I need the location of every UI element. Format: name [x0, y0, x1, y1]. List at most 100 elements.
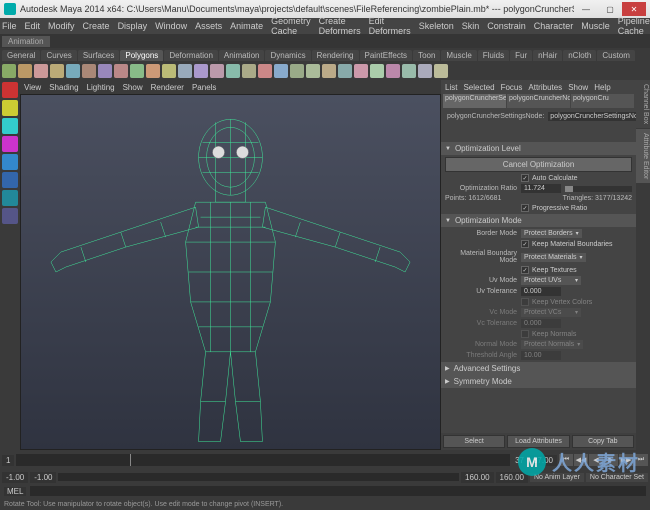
section-symmetry[interactable]: Symmetry Mode — [441, 375, 636, 388]
menu-edit-deformers[interactable]: Edit Deformers — [369, 16, 411, 36]
cancel-optimization-button[interactable]: Cancel Optimization — [445, 157, 632, 172]
attr-menu-help[interactable]: Help — [594, 83, 610, 92]
time-end-field[interactable]: 37.00 — [529, 455, 557, 466]
shelf-icon-17[interactable] — [274, 64, 288, 78]
opt-ratio-slider[interactable] — [565, 186, 632, 192]
shelf-icon-9[interactable] — [146, 64, 160, 78]
shelf-icon-1[interactable] — [18, 64, 32, 78]
load-attributes-button[interactable]: Load Attributes — [507, 435, 569, 448]
shelf-icon-0[interactable] — [2, 64, 16, 78]
progressive-ratio-checkbox[interactable]: Progressive Ratio — [521, 204, 587, 212]
uv-mode-dropdown[interactable]: Protect UVs — [521, 276, 581, 285]
shelf-tab-painteffects[interactable]: PaintEffects — [360, 50, 413, 61]
attr-menu-focus[interactable]: Focus — [501, 83, 523, 92]
shelf-tab-animation[interactable]: Animation — [219, 50, 265, 61]
shelf-icon-18[interactable] — [290, 64, 304, 78]
section-optimization-level[interactable]: Optimization Level — [441, 142, 636, 155]
shelf-icon-10[interactable] — [162, 64, 176, 78]
menu-muscle[interactable]: Muscle — [581, 21, 610, 31]
menu-skeleton[interactable]: Skeleton — [419, 21, 454, 31]
tool-2[interactable] — [2, 118, 18, 134]
menu-create[interactable]: Create — [83, 21, 110, 31]
copy-tab-button[interactable]: Copy Tab — [572, 435, 634, 448]
shelf-icon-20[interactable] — [322, 64, 336, 78]
node-name-field[interactable]: polygonCruncherSettingsNode1 — [548, 112, 650, 121]
shelf-icon-26[interactable] — [418, 64, 432, 78]
border-mode-dropdown[interactable]: Protect Borders — [521, 229, 582, 238]
viewport-menu-panels[interactable]: Panels — [192, 83, 216, 92]
shelf-tab-general[interactable]: General — [2, 50, 40, 61]
tool-0[interactable] — [2, 82, 18, 98]
menu-pipeline-cache[interactable]: Pipeline Cache — [618, 16, 650, 36]
uv-tolerance-field[interactable]: 0.000 — [521, 287, 561, 296]
shelf-icon-2[interactable] — [34, 64, 48, 78]
attr-tab-2[interactable]: polygonCru — [571, 94, 634, 108]
go-start-button[interactable]: ⏮ — [559, 454, 573, 466]
menu-window[interactable]: Window — [155, 21, 187, 31]
range-track[interactable] — [58, 473, 459, 481]
shelf-icon-3[interactable] — [50, 64, 64, 78]
time-start[interactable]: 1 — [2, 455, 14, 466]
menu-modify[interactable]: Modify — [48, 21, 75, 31]
viewport-menu-shading[interactable]: Shading — [49, 83, 78, 92]
attribute-editor-tab[interactable]: Attribute Editor — [636, 129, 650, 183]
tool-3[interactable] — [2, 136, 18, 152]
shelf-tab-polygons[interactable]: Polygons — [120, 50, 163, 61]
shelf-icon-23[interactable] — [370, 64, 384, 78]
shelf-icon-24[interactable] — [386, 64, 400, 78]
keep-textures-checkbox[interactable]: Keep Textures — [521, 266, 577, 274]
shelf-tab-curves[interactable]: Curves — [41, 50, 76, 61]
select-button[interactable]: Select — [443, 435, 505, 448]
play-back-button[interactable]: ◀ — [589, 454, 603, 466]
shelf-tab-muscle[interactable]: Muscle — [441, 50, 476, 61]
opt-ratio-field[interactable]: 11.724 — [521, 184, 561, 193]
attr-menu-list[interactable]: List — [445, 83, 457, 92]
tool-6[interactable] — [2, 190, 18, 206]
step-fwd-button[interactable]: ▶▶ — [619, 454, 633, 466]
shelf-tab-rendering[interactable]: Rendering — [312, 50, 359, 61]
shelf-icon-6[interactable] — [98, 64, 112, 78]
shelf-tab-fluids[interactable]: Fluids — [478, 50, 509, 61]
time-track[interactable] — [16, 454, 510, 466]
shelf-icon-25[interactable] — [402, 64, 416, 78]
attr-tab-0[interactable]: polygonCruncherSettingsNode1 — [443, 94, 506, 108]
attr-menu-show[interactable]: Show — [568, 83, 588, 92]
shelf-tab-ncloth[interactable]: nCloth — [563, 50, 596, 61]
shelf-tab-nhair[interactable]: nHair — [533, 50, 562, 61]
tool-7[interactable] — [2, 208, 18, 224]
keep-material-checkbox[interactable]: Keep Material Boundaries — [521, 240, 613, 248]
range-start-field[interactable]: -1.00 — [2, 472, 28, 483]
shelf-icon-16[interactable] — [258, 64, 272, 78]
menu-create-deformers[interactable]: Create Deformers — [319, 16, 361, 36]
shelf-tab-custom[interactable]: Custom — [597, 50, 635, 61]
viewport[interactable] — [20, 94, 441, 450]
viewport-menu-show[interactable]: Show — [123, 83, 143, 92]
shelf-icon-22[interactable] — [354, 64, 368, 78]
shelf-icon-27[interactable] — [434, 64, 448, 78]
viewport-menu-view[interactable]: View — [24, 83, 41, 92]
viewport-menu-renderer[interactable]: Renderer — [151, 83, 184, 92]
go-end-button[interactable]: ⏭ — [634, 454, 648, 466]
range-min-field[interactable]: -1.00 — [30, 472, 56, 483]
shelf-icon-21[interactable] — [338, 64, 352, 78]
anim-layer-dropdown[interactable]: No Anim Layer — [530, 473, 584, 482]
close-button[interactable]: ✕ — [622, 2, 646, 16]
script-language-label[interactable]: MEL — [4, 487, 26, 496]
auto-calculate-checkbox[interactable]: Auto Calculate — [521, 174, 578, 182]
shelf-icon-4[interactable] — [66, 64, 80, 78]
shelf-icon-11[interactable] — [178, 64, 192, 78]
shelf-icon-8[interactable] — [130, 64, 144, 78]
menu-character[interactable]: Character — [534, 21, 574, 31]
attr-tab-1[interactable]: polygonCruncherNode2 — [507, 94, 570, 108]
channel-box-tab[interactable]: Channel Box — [636, 80, 650, 128]
menu-display[interactable]: Display — [118, 21, 148, 31]
menu-file[interactable]: File — [2, 21, 17, 31]
maximize-button[interactable]: ▢ — [598, 2, 622, 16]
section-optimization-mode[interactable]: Optimization Mode — [441, 214, 636, 227]
attr-menu-attributes[interactable]: Attributes — [528, 83, 562, 92]
tool-5[interactable] — [2, 172, 18, 188]
keep-normals-checkbox[interactable]: Keep Normals — [521, 330, 576, 338]
menu-skin[interactable]: Skin — [462, 21, 480, 31]
tool-4[interactable] — [2, 154, 18, 170]
menu-edit[interactable]: Edit — [25, 21, 41, 31]
